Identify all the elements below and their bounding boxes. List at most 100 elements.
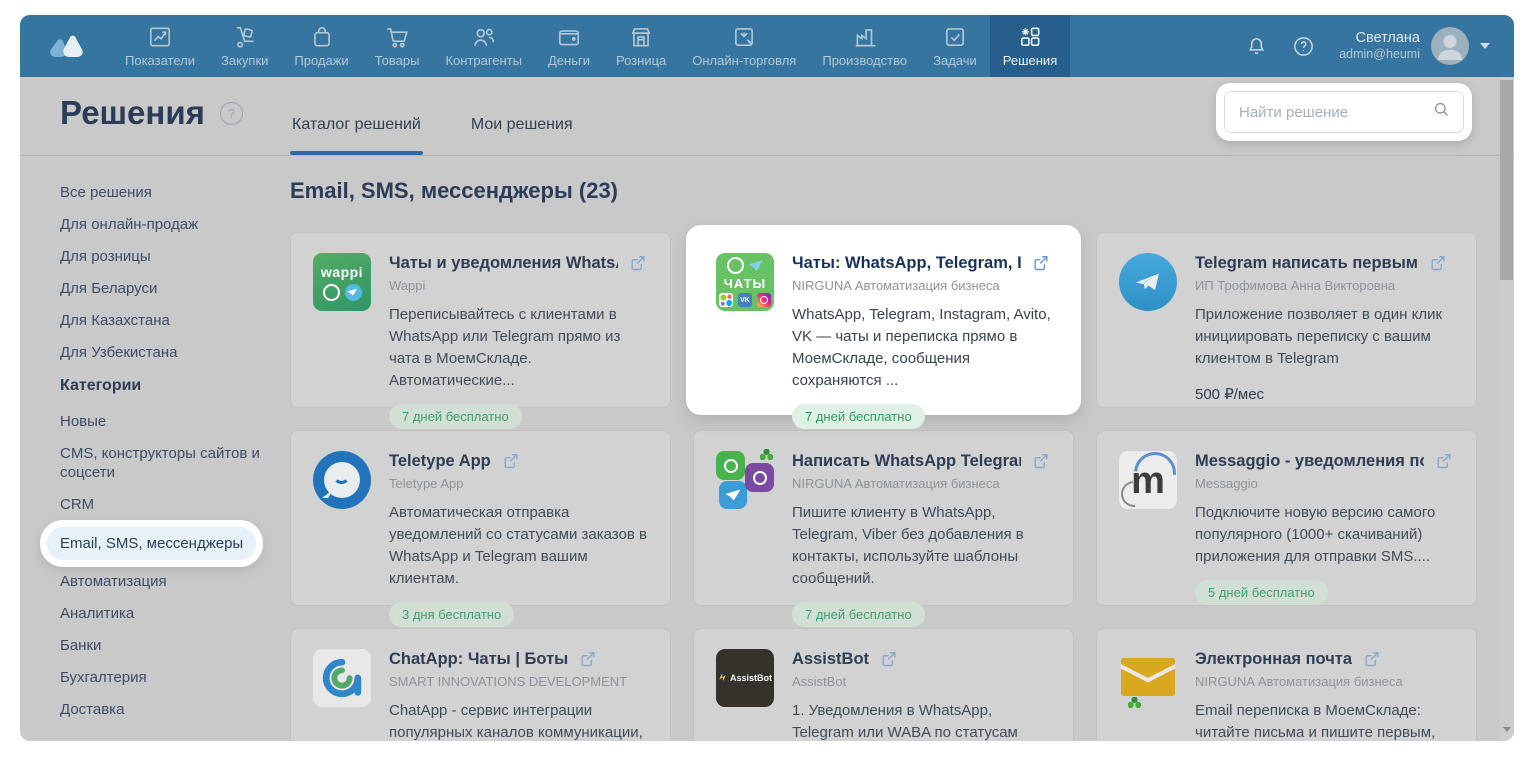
sidebar-categories-header: Категории <box>60 377 272 395</box>
user-menu[interactable]: Светлана admin@heumi <box>1339 27 1490 65</box>
app-window: Показатели Закупки Продажи Товары Контра… <box>20 15 1514 741</box>
chart-icon <box>147 24 173 50</box>
sidebar-item-online-sales[interactable]: Для онлайн-продаж <box>60 215 272 234</box>
help-icon[interactable] <box>1292 35 1315 58</box>
nav-item-money[interactable]: Деньги <box>535 15 603 77</box>
sidebar-item-belarus[interactable]: Для Беларуси <box>60 279 272 298</box>
scrollbar-thumb[interactable] <box>1500 80 1513 280</box>
nav-item-purchases[interactable]: Закупки <box>208 15 281 77</box>
external-link-icon[interactable] <box>1031 451 1051 471</box>
teletype-logo <box>313 451 371 509</box>
sidebar-item-new[interactable]: Новые <box>60 412 272 431</box>
logo-shape-white <box>63 36 82 57</box>
trial-badge: 7 дней бесплатно <box>792 602 925 627</box>
sidebar-item-all-solutions[interactable]: Все решения <box>60 183 272 202</box>
sidebar-item-crm[interactable]: CRM <box>60 495 272 514</box>
sidebar-item-analytics[interactable]: Аналитика <box>60 604 272 623</box>
search-highlight-callout <box>1216 83 1472 141</box>
external-link-icon[interactable] <box>1428 253 1448 273</box>
sidebar-item-kazakhstan[interactable]: Для Казахстана <box>60 311 272 330</box>
wappi-logo: wappi <box>313 253 371 311</box>
wallet-icon <box>556 24 582 50</box>
solution-card-wappi[interactable]: wappi Чаты и уведомления WhatsAp... Wapp… <box>290 232 671 408</box>
category-heading: Email, SMS, мессенджеры (23) <box>290 178 618 204</box>
page-header: Решения ? Каталог решений Мои решения <box>20 77 1514 156</box>
external-link-icon[interactable] <box>1434 451 1454 471</box>
external-link-icon[interactable] <box>578 649 598 669</box>
sidebar-item-cms[interactable]: CMS, конструкторы сайтов и соцсети <box>60 444 272 482</box>
trial-badge: 3 дня бесплатно <box>389 602 514 627</box>
solution-card-chatapp[interactable]: ChatApp: Чаты | Боты SMART INNOVATIONS D… <box>290 628 671 741</box>
card-title: Чаты и уведомления WhatsAp... <box>389 254 618 273</box>
sidebar-item-automation[interactable]: Автоматизация <box>60 572 272 591</box>
external-link-icon[interactable] <box>1031 253 1051 273</box>
nav-item-retail[interactable]: Розница <box>603 15 679 77</box>
solution-card-telegram-first[interactable]: Telegram написать первым ИП Трофимова Ан… <box>1096 232 1477 408</box>
nav-item-counterparties[interactable]: Контрагенты <box>432 15 535 77</box>
chevron-down-icon <box>1480 43 1490 49</box>
solution-card-email[interactable]: Электронная почта NIRGUNA Автоматизация … <box>1096 628 1477 741</box>
search-input[interactable] <box>1237 103 1432 122</box>
card-vendor: AssistBot <box>792 674 1051 689</box>
search-box[interactable] <box>1224 91 1464 133</box>
tab-solutions-catalog[interactable]: Каталог решений <box>290 116 423 155</box>
scrollbar-down-arrow-icon[interactable] <box>1503 727 1511 732</box>
solutions-grid: wappi Чаты и уведомления WhatsAp... Wapp… <box>290 232 1477 741</box>
chaty-logo: ЧАТЫ VK <box>716 253 774 311</box>
tabs: Каталог решений Мои решения <box>290 116 575 155</box>
online-store-icon <box>731 24 757 50</box>
solutions-grid-gear-icon <box>1017 24 1043 50</box>
nav-item-tasks[interactable]: Задачи <box>920 15 990 77</box>
card-description: 1. Уведомления в WhatsApp, Telegram или … <box>792 700 1051 741</box>
avatar[interactable] <box>1431 27 1469 65</box>
nav-item-solutions[interactable]: Решения <box>990 15 1070 77</box>
external-link-icon[interactable] <box>501 451 521 471</box>
nav-item-indicators[interactable]: Показатели <box>112 15 208 77</box>
search-icon[interactable] <box>1432 100 1451 124</box>
sidebar-item-banks[interactable]: Банки <box>60 636 272 655</box>
external-link-icon[interactable] <box>628 253 648 273</box>
sidebar-item-uzbekistan[interactable]: Для Узбекистана <box>60 343 272 362</box>
nav-item-goods[interactable]: Товары <box>362 15 433 77</box>
solution-card-write-wa-tg[interactable]: Написать WhatsApp Telegram ... NIRGUNA А… <box>693 430 1074 606</box>
vertical-scrollbar[interactable] <box>1500 78 1513 741</box>
card-description: Email переписка в МоемСкладе: читайте пи… <box>1195 700 1454 741</box>
card-description: Подключите новую версию самого популярно… <box>1195 502 1454 568</box>
lightning-icon <box>718 672 727 685</box>
external-link-icon[interactable] <box>879 649 899 669</box>
card-title: Чаты: WhatsApp, Telegram, Ins... <box>792 254 1021 273</box>
telegram-icon <box>749 260 763 271</box>
card-vendor: Teletype App <box>389 476 648 491</box>
assistbot-logo: AssistBot <box>716 649 774 707</box>
solution-card-assistbot[interactable]: AssistBot AssistBot AssistBot 1. Уведомл… <box>693 628 1074 741</box>
card-description: Автоматическая отправка уведомлений со с… <box>389 502 648 590</box>
moysklad-logo[interactable] <box>20 15 112 77</box>
screenshot-frame: Показатели Закупки Продажи Товары Контра… <box>0 0 1534 757</box>
solution-card-messaggio[interactable]: m Messaggio - уведомления по ... Messagg… <box>1096 430 1477 606</box>
handtruck-icon <box>232 24 258 50</box>
card-title: Teletype App <box>389 452 491 471</box>
whatsapp-icon <box>727 257 744 274</box>
top-nav: Показатели Закупки Продажи Товары Контра… <box>20 15 1514 77</box>
price-label: 500 ₽/мес <box>1195 385 1454 403</box>
nav-item-sales[interactable]: Продажи <box>281 15 361 77</box>
nav-item-online-commerce[interactable]: Онлайн-торговля <box>679 15 809 77</box>
nirguna-plant-icon <box>1128 697 1141 710</box>
external-link-icon[interactable] <box>1362 649 1382 669</box>
notifications-bell-icon[interactable] <box>1245 35 1268 58</box>
solution-card-chaty-highlighted[interactable]: ЧАТЫ VK Чаты: WhatsApp, Telegram, Ins...… <box>693 232 1074 408</box>
sidebar-item-accounting[interactable]: Бухгалтерия <box>60 668 272 687</box>
card-vendor: NIRGUNA Автоматизация бизнеса <box>792 278 1051 293</box>
card-description: ChatApp - сервис интеграции популярных к… <box>389 700 648 741</box>
filter-sidebar: Все решения Для онлайн-продаж Для розниц… <box>60 183 272 732</box>
sidebar-item-delivery[interactable]: Доставка <box>60 700 272 719</box>
tab-my-solutions[interactable]: Мои решения <box>469 116 575 155</box>
nav-item-production[interactable]: Производство <box>809 15 920 77</box>
card-title: Электронная почта <box>1195 650 1352 669</box>
card-description: Переписывайтесь с клиентами в WhatsApp и… <box>389 304 648 392</box>
sidebar-item-retail[interactable]: Для розницы <box>60 247 272 266</box>
solution-card-teletype[interactable]: Teletype App Teletype App Автоматическая… <box>290 430 671 606</box>
trial-badge: 7 дней бесплатно <box>389 404 522 429</box>
title-help-icon[interactable]: ? <box>220 102 243 125</box>
sidebar-item-email-sms-messengers[interactable]: Email, SMS, мессенджеры <box>47 527 256 560</box>
